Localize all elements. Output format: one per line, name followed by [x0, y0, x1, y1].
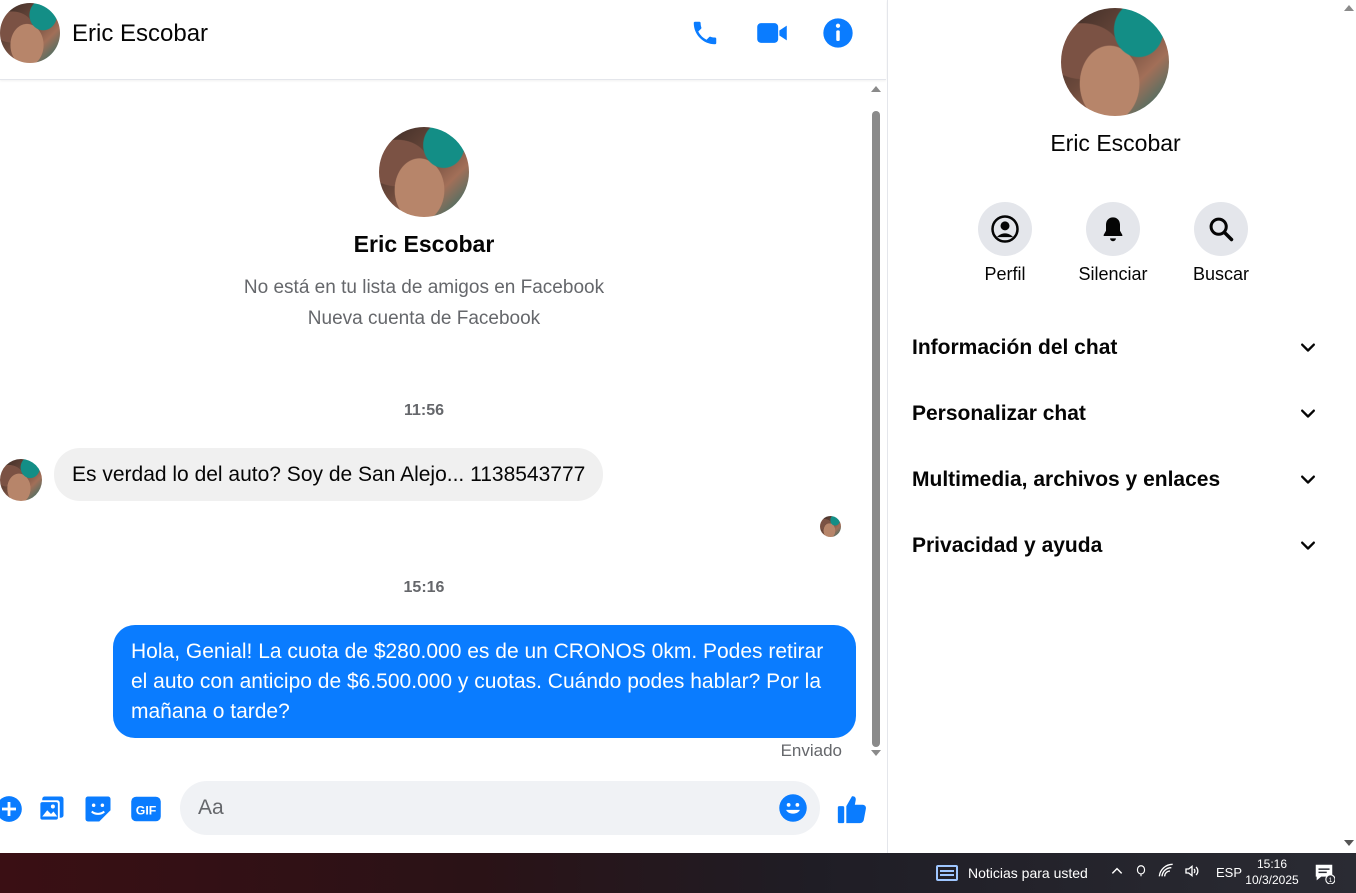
composer: GIF	[0, 770, 886, 850]
emoji-icon[interactable]	[778, 793, 808, 823]
section-privacy-help[interactable]: Privacidad y ayuda	[912, 524, 1318, 568]
avatar[interactable]	[0, 459, 42, 501]
meet-icon[interactable]	[1134, 863, 1148, 882]
message-input[interactable]	[198, 781, 778, 835]
page-scrollbar[interactable]	[1342, 0, 1356, 853]
news-widget[interactable]: Noticias para usted	[936, 862, 1088, 884]
section-label: Multimedia, archivos y enlaces	[912, 468, 1221, 491]
messenger-app: Eric Escobar Eric Escobar No está en tu …	[0, 0, 1356, 853]
sent-status: Enviado	[780, 741, 842, 760]
mute-label: Silenciar	[1078, 264, 1148, 284]
section-label: Personalizar chat	[912, 402, 1086, 425]
notification-count: 1	[1329, 877, 1333, 884]
scroll-up-arrow-icon[interactable]	[871, 86, 881, 92]
contact-name[interactable]: Eric Escobar	[72, 20, 208, 48]
bell-icon	[1103, 217, 1123, 242]
profile-label: Perfil	[984, 264, 1026, 284]
taskbar-clock[interactable]: 15:16 10/3/2025	[1242, 856, 1302, 888]
system-tray: ESP	[1110, 863, 1242, 882]
phone-icon[interactable]	[686, 14, 724, 52]
chat-scrollbar[interactable]	[868, 81, 886, 765]
clock-time: 15:16	[1256, 857, 1288, 871]
message-timestamp: 11:56	[403, 402, 445, 419]
avatar[interactable]	[1061, 8, 1169, 116]
scroll-down-arrow-icon[interactable]	[1344, 840, 1354, 846]
outgoing-message[interactable]: Hola, Genial! La cuota de $280.000 es de…	[113, 625, 856, 738]
clock-date: 10/3/2025	[1245, 873, 1299, 887]
section-chat-info[interactable]: Información del chat	[912, 326, 1318, 370]
scroll-down-arrow-icon[interactable]	[871, 750, 881, 756]
account-status-text: Nueva cuenta de Facebook	[307, 308, 541, 329]
message-timestamp: 15:16	[403, 579, 445, 596]
search-button[interactable]: Buscar	[1166, 202, 1276, 285]
section-label: Privacidad y ayuda	[912, 534, 1103, 557]
chevron-down-icon	[1301, 343, 1315, 352]
scroll-up-arrow-icon[interactable]	[1344, 5, 1354, 11]
section-customize-chat[interactable]: Personalizar chat	[912, 392, 1318, 436]
gif-icon[interactable]: GIF	[129, 792, 163, 826]
section-media-files-links[interactable]: Multimedia, archivos y enlaces	[912, 458, 1318, 502]
avatar[interactable]	[0, 3, 60, 63]
volume-icon[interactable]	[1184, 863, 1200, 882]
search-label: Buscar	[1192, 264, 1250, 284]
profile-button[interactable]: Perfil	[950, 202, 1060, 285]
svg-text:GIF: GIF	[136, 804, 157, 818]
friend-status-text: No está en tu lista de amigos en Faceboo…	[243, 277, 605, 298]
news-label: Noticias para usted	[968, 865, 1088, 881]
notifications-icon[interactable]: 1	[1313, 862, 1336, 885]
avatar[interactable]	[379, 127, 469, 217]
video-camera-icon[interactable]	[753, 14, 791, 52]
chevron-down-icon	[1301, 541, 1315, 550]
chevron-up-icon[interactable]	[1110, 864, 1124, 881]
chevron-down-icon	[1301, 475, 1315, 484]
news-icon	[936, 865, 958, 881]
section-label: Información del chat	[912, 336, 1118, 359]
sticker-icon[interactable]	[81, 792, 115, 826]
language-indicator[interactable]: ESP	[1216, 865, 1242, 880]
chat-header: Eric Escobar	[0, 0, 886, 80]
chat-info-panel: Eric Escobar Perfil Silenciar Buscar Inf…	[887, 0, 1342, 853]
profile-icon	[991, 215, 1019, 243]
search-icon	[1209, 217, 1234, 242]
mute-button[interactable]: Silenciar	[1058, 202, 1168, 285]
image-icon[interactable]	[34, 792, 68, 826]
wifi-icon[interactable]	[1158, 863, 1174, 882]
profile-name: Eric Escobar	[353, 231, 495, 257]
message-list[interactable]: Eric Escobar No está en tu lista de amig…	[0, 81, 868, 765]
chat-pane: Eric Escobar Eric Escobar No está en tu …	[0, 0, 886, 853]
windows-taskbar: Noticias para usted ESP 15:16 10/3/2025 …	[0, 853, 1356, 893]
info-contact-name: Eric Escobar	[1050, 130, 1181, 156]
scroll-thumb[interactable]	[872, 111, 880, 747]
incoming-message[interactable]: Es verdad lo del auto? Soy de San Alejo.…	[54, 448, 604, 501]
info-icon[interactable]	[819, 14, 857, 52]
chevron-down-icon	[1301, 409, 1315, 418]
seen-indicator-avatar	[820, 516, 841, 537]
plus-icon[interactable]	[0, 792, 26, 826]
message-input-box[interactable]	[180, 781, 820, 835]
thumbs-up-icon[interactable]	[835, 792, 869, 826]
